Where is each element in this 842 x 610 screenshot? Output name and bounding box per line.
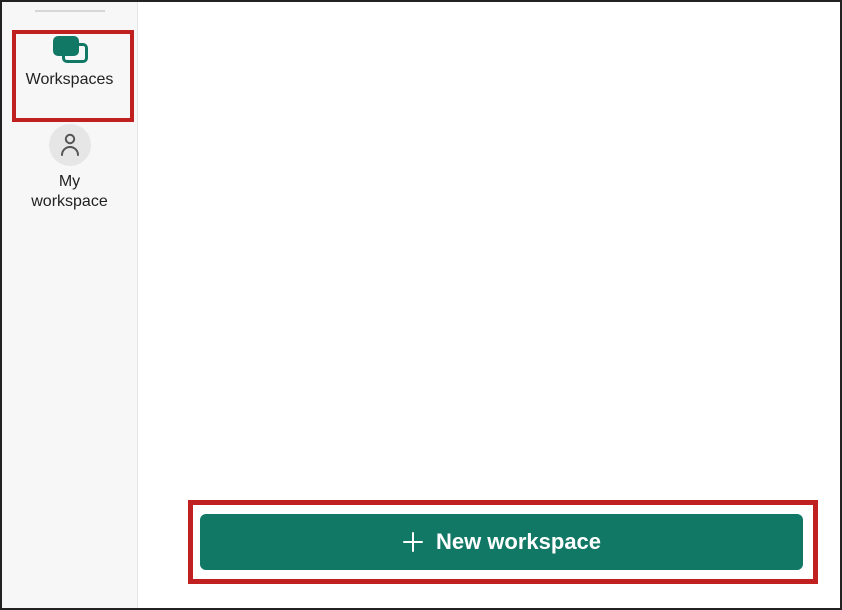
sidebar-item-label: Workspaces	[26, 70, 114, 90]
person-icon	[49, 124, 91, 166]
sidebar-item-workspaces[interactable]: Workspaces	[2, 24, 137, 100]
plus-icon	[402, 531, 424, 553]
sidebar-item-my-workspace[interactable]: My workspace	[2, 114, 137, 222]
workspaces-icon	[51, 34, 89, 64]
sidebar-item-label: My workspace	[31, 172, 107, 212]
new-workspace-label: New workspace	[436, 529, 601, 555]
sidebar-divider	[35, 10, 105, 12]
sidebar: Workspaces My workspace	[2, 2, 138, 608]
new-workspace-button[interactable]: New workspace	[200, 514, 803, 570]
main-content: New workspace	[138, 2, 840, 608]
